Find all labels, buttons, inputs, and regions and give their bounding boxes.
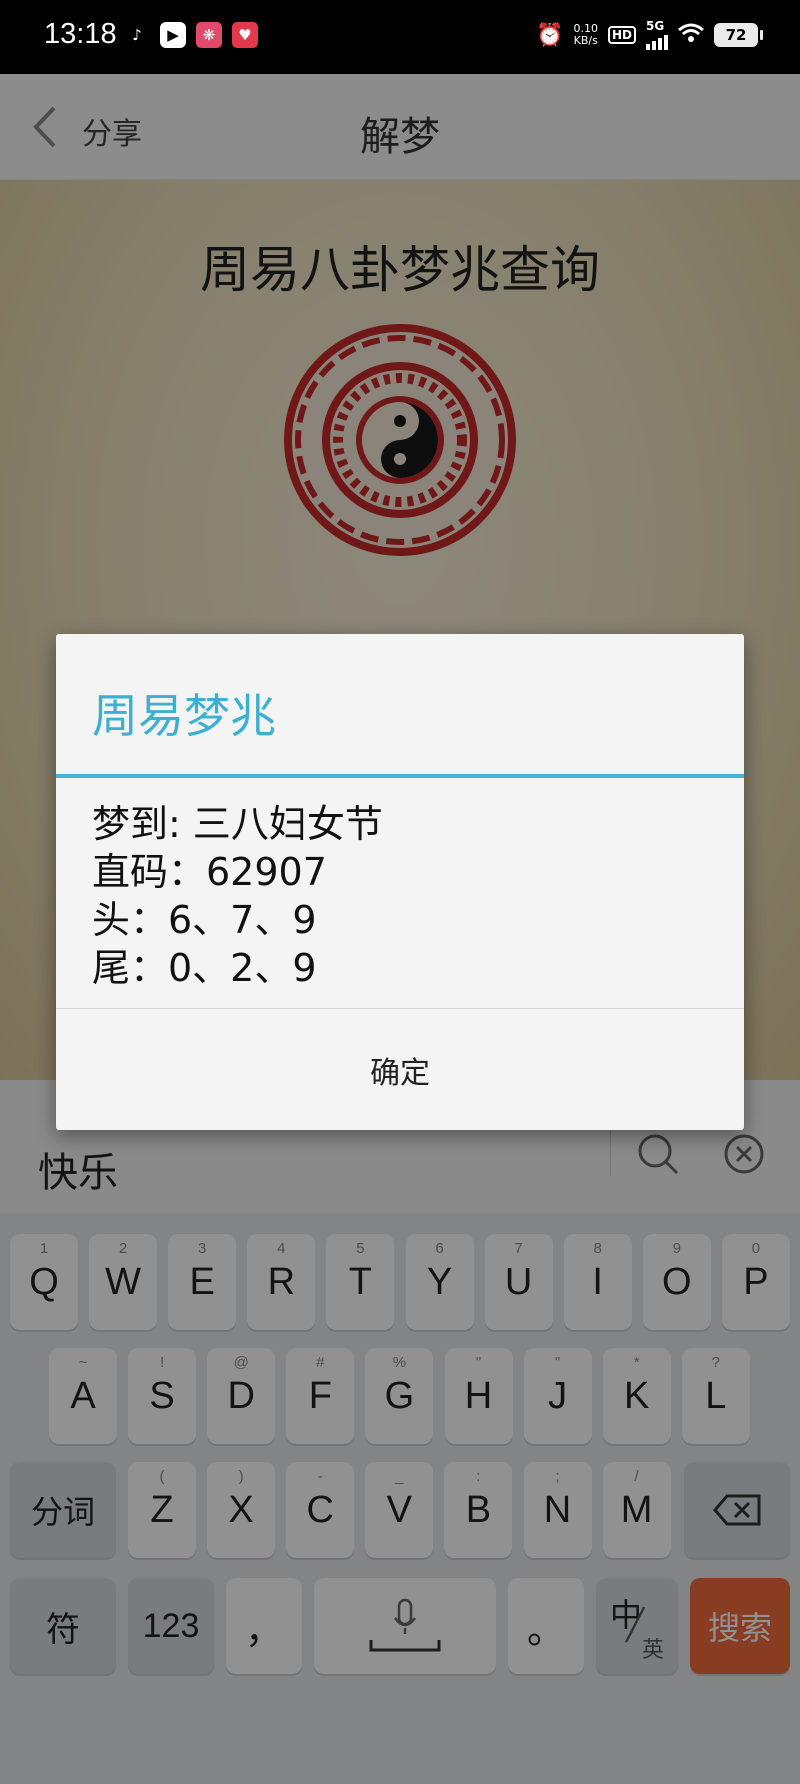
dialog-line: 尾：0、2、9: [92, 946, 317, 990]
dialog-title: 周易梦兆: [92, 689, 276, 743]
network-type: 5G: [646, 19, 665, 33]
app-icon: ❋: [196, 22, 222, 48]
signal-icon: [646, 32, 668, 50]
dialog-message: 梦到: 三八妇女节 直码：62907 头：6、7、9 尾：0、2、9: [92, 800, 383, 992]
hd-badge: HD: [607, 26, 636, 44]
app-icon: ♥: [232, 22, 258, 48]
status-bar: 13:18 ♪ ▶ ❋ ♥ ⏰ 0.10 KB/s HD 5G 72: [0, 0, 800, 74]
net-speed: 0.10 KB/s: [573, 22, 598, 47]
wifi-icon: [678, 23, 704, 47]
battery-icon: 72: [714, 23, 763, 47]
ok-button[interactable]: 确定: [56, 1010, 744, 1130]
dialog-title-divider: [56, 774, 744, 778]
status-time: 13:18: [44, 18, 117, 50]
dialog-line: 头：6、7、9: [92, 898, 317, 942]
dialog-line: 梦到: 三八妇女节: [92, 802, 383, 846]
dialog-divider: [56, 1008, 744, 1009]
dialog-line: 直码：62907: [92, 850, 327, 894]
dream-result-dialog: 周易梦兆 梦到: 三八妇女节 直码：62907 头：6、7、9 尾：0、2、9 …: [56, 634, 744, 1130]
music-icon: ▶: [160, 22, 186, 48]
tiktok-icon: ♪: [132, 26, 142, 44]
alarm-icon: ⏰: [536, 22, 564, 48]
